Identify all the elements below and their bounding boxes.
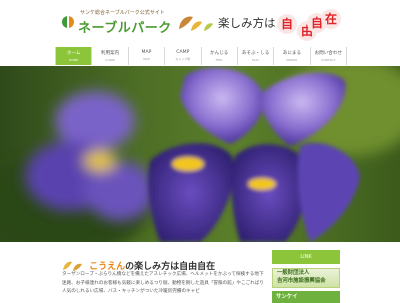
- hero-image: [0, 66, 400, 242]
- logo-ball-icon[interactable]: [62, 16, 74, 28]
- association-banner[interactable]: 一般財団法人 吉河市施設振興協会: [272, 268, 340, 288]
- nav-label: お問い合わせ: [314, 51, 343, 56]
- slogan-text: 楽しみ方は: [218, 16, 276, 30]
- nav-label: CAMP: [176, 50, 190, 55]
- nav-label: MAP: [141, 50, 152, 55]
- nav-sublabel: HOME: [69, 58, 79, 62]
- site-header: サンケ総合ネーブルパーク公式サイト ネーブルパーク 楽しみ方は 自 由 自 在: [0, 0, 400, 46]
- banner-line: 吉河市施設振興協会: [277, 278, 326, 284]
- intro-paragraph: ターザンロープ・ぶらりん橋などを備えたアスレチック広場、ヘルメットをかぶって探検…: [62, 272, 264, 294]
- nav-label: 利用案内: [100, 51, 120, 56]
- nav-item-play[interactable]: あそぶ・しる PLAY: [236, 47, 273, 65]
- nav-sublabel: FEEL: [215, 58, 223, 62]
- nav-item-contact[interactable]: お問い合わせ CONTACT: [309, 47, 347, 65]
- site-tagline: サンケ総合ネーブルパーク公式サイト: [80, 10, 165, 16]
- nav-sublabel: GUIDE: [105, 58, 115, 62]
- nav-item-map[interactable]: MAP MAP: [127, 47, 164, 65]
- link-header: LINK: [272, 250, 340, 264]
- nav-label: ホーム: [66, 51, 81, 56]
- nav-item-home[interactable]: ホーム HOME: [55, 47, 92, 65]
- slogan-circle-4: 在: [321, 9, 341, 29]
- leaf-icon: [179, 16, 213, 31]
- nav-sublabel: PLAY: [251, 58, 260, 62]
- nav-sublabel: CONTACT: [321, 58, 336, 62]
- sankei-banner[interactable]: サンケイ: [272, 291, 340, 303]
- nav-sublabel: ANIMAL: [286, 58, 298, 62]
- nav-item-camp[interactable]: CAMP キャンプ場: [164, 47, 200, 65]
- nav-label: あそぶ・しる: [241, 51, 270, 56]
- nav-item-animal[interactable]: あにまる ANIMAL: [273, 47, 309, 65]
- nav-sublabel: MAP: [143, 57, 150, 61]
- nav-label: かんじる: [209, 51, 229, 56]
- site-logo[interactable]: ネーブルパーク: [78, 17, 172, 36]
- nav-sublabel: キャンプ場: [175, 57, 191, 61]
- banner-line: 一般財団法人: [277, 270, 310, 276]
- nav-item-guide[interactable]: 利用案内 GUIDE: [91, 47, 127, 65]
- iris-photo: [0, 66, 400, 242]
- nav-label: あにまる: [282, 51, 302, 56]
- slogan-circle-1: 自: [277, 14, 297, 34]
- leaf-icon: [63, 261, 82, 271]
- main-nav: ホーム HOME 利用案内 GUIDE MAP MAP CAMP キャンプ場 か…: [55, 47, 347, 65]
- nav-item-feel[interactable]: かんじる FEEL: [200, 47, 237, 65]
